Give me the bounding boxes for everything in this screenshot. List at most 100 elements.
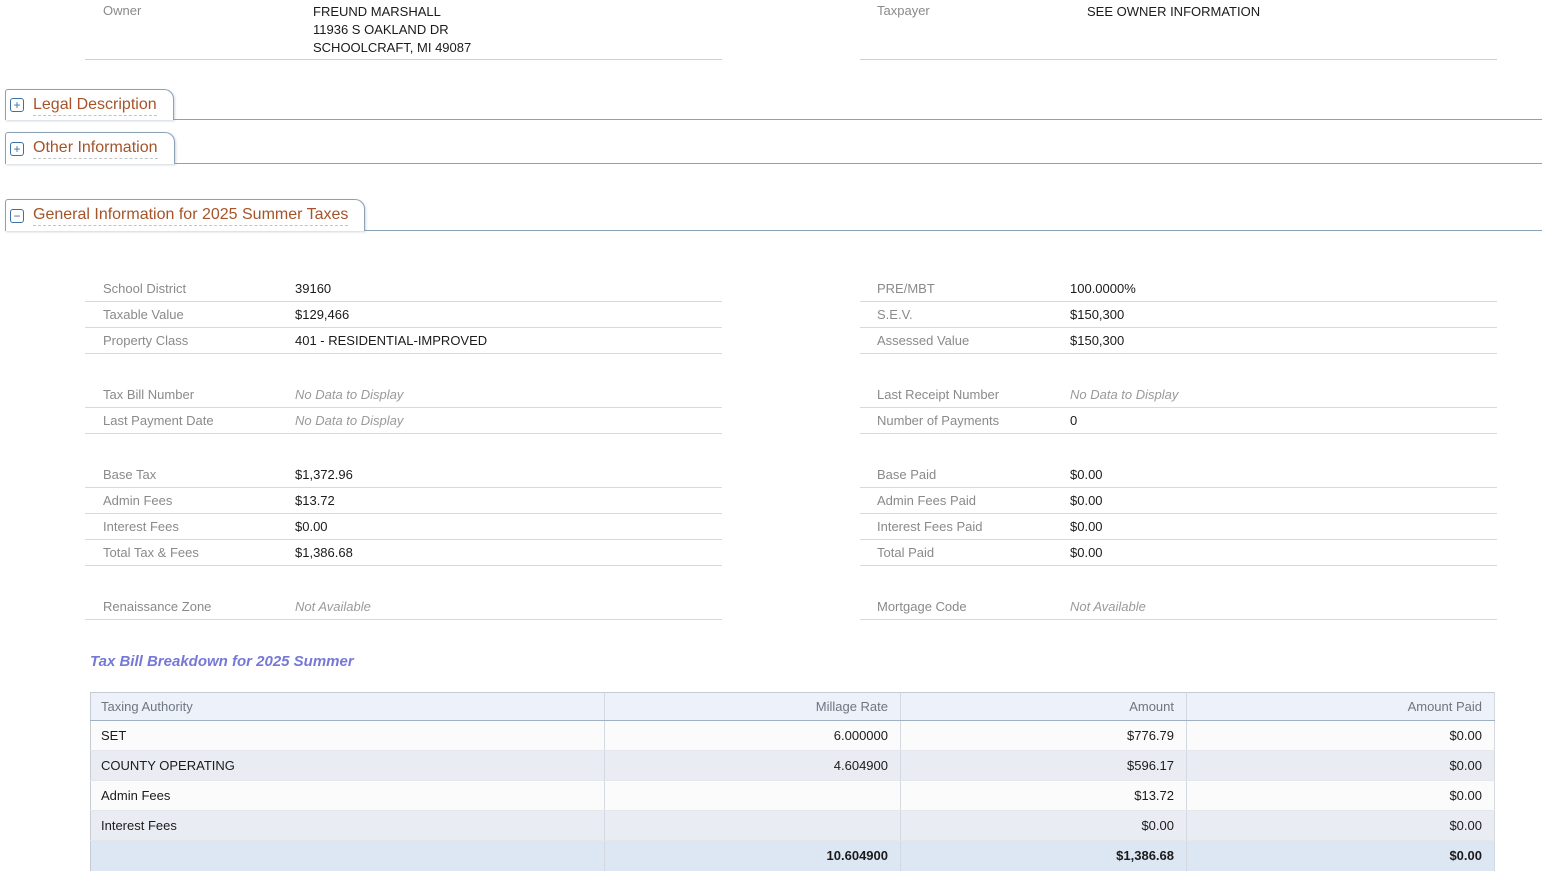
field-row-total-paid: Total Paid $0.00	[860, 540, 1497, 566]
field-row-interest-fees-paid: Interest Fees Paid $0.00	[860, 514, 1497, 540]
field-row-admin-fees-paid: Admin Fees Paid $0.00	[860, 488, 1497, 514]
field-label: Admin Fees	[85, 488, 295, 513]
tax-bill-breakdown-table: Taxing Authority Millage Rate Amount Amo…	[90, 692, 1495, 871]
field-value: $0.00	[1070, 540, 1103, 565]
field-row-renaissance-zone: Renaissance Zone Not Available	[85, 594, 722, 620]
table-row-interest-fees: Interest Fees $0.00 $0.00	[91, 811, 1495, 841]
field-label: Tax Bill Number	[85, 382, 295, 407]
field-group: Mortgage Code Not Available	[860, 594, 1497, 620]
field-group: PRE/MBT 100.0000% S.E.V. $150,300 Assess…	[860, 276, 1497, 354]
table-row-admin-fees: Admin Fees $13.72 $0.00	[91, 781, 1495, 811]
tab-general-information[interactable]: − General Information for 2025 Summer Ta…	[5, 199, 365, 231]
field-row-number-of-payments: Number of Payments 0	[860, 408, 1497, 434]
field-value: 401 - RESIDENTIAL-IMPROVED	[295, 328, 487, 353]
owner-name: FREUND MARSHALL	[313, 3, 471, 21]
tab-other-information[interactable]: + Other Information	[5, 132, 175, 164]
field-label: Property Class	[85, 328, 295, 353]
field-label: Number of Payments	[860, 408, 1070, 433]
field-value: $13.72	[295, 488, 335, 513]
taxpayer-value: SEE OWNER INFORMATION	[1087, 3, 1260, 21]
breakdown-section-title: Tax Bill Breakdown for 2025 Summer	[90, 653, 354, 670]
column-header-amount-paid: Amount Paid	[1187, 693, 1495, 721]
tab-baseline-divider	[174, 89, 1542, 120]
field-row-mortgage-code: Mortgage Code Not Available	[860, 594, 1497, 620]
column-header-amount: Amount	[901, 693, 1187, 721]
taxpayer-section: Taxpayer SEE OWNER INFORMATION	[860, 0, 1497, 60]
table-total-row: 10.604900 $1,386.68 $0.00	[91, 841, 1495, 871]
field-value: No Data to Display	[295, 408, 403, 433]
cell-amount-paid: $0.00	[1187, 811, 1495, 841]
cell-authority: Interest Fees	[91, 811, 605, 841]
field-row-base-paid: Base Paid $0.00	[860, 462, 1497, 488]
owner-label: Owner	[103, 3, 141, 18]
cell-amount: $776.79	[901, 721, 1187, 751]
cell-millage: 6.000000	[605, 721, 901, 751]
field-value: $0.00	[295, 514, 328, 539]
cell-total-millage: 10.604900	[605, 841, 901, 871]
field-group: Tax Bill Number No Data to Display Last …	[85, 382, 722, 434]
field-label: Admin Fees Paid	[860, 488, 1070, 513]
tab-general-information-label: General Information for 2025 Summer Taxe…	[33, 205, 348, 226]
collapse-minus-icon[interactable]: −	[10, 209, 24, 223]
field-row-base-tax: Base Tax $1,372.96	[85, 462, 722, 488]
cell-millage	[605, 811, 901, 841]
cell-authority: SET	[91, 721, 605, 751]
tab-row-legal-description: + Legal Description	[5, 89, 1542, 120]
taxpayer-label: Taxpayer	[877, 3, 930, 18]
field-group: School District 39160 Taxable Value $129…	[85, 276, 722, 354]
cell-amount: $13.72	[901, 781, 1187, 811]
column-header-millage-rate: Millage Rate	[605, 693, 901, 721]
field-label: Mortgage Code	[860, 594, 1070, 619]
field-value: $0.00	[1070, 514, 1103, 539]
field-value: $0.00	[1070, 462, 1103, 487]
field-value: No Data to Display	[295, 382, 403, 407]
expand-plus-icon[interactable]: +	[10, 142, 24, 156]
field-value: Not Available	[295, 594, 371, 619]
owner-value: FREUND MARSHALL 11936 S OAKLAND DR SCHOO…	[313, 3, 471, 57]
expand-plus-icon[interactable]: +	[10, 98, 24, 112]
field-value: 0	[1070, 408, 1077, 433]
tab-other-information-label: Other Information	[33, 138, 158, 159]
field-label: School District	[85, 276, 295, 301]
cell-authority: COUNTY OPERATING	[91, 751, 605, 781]
cell-authority: Admin Fees	[91, 781, 605, 811]
field-row-pre-mbt: PRE/MBT 100.0000%	[860, 276, 1497, 302]
field-group: Base Paid $0.00 Admin Fees Paid $0.00 In…	[860, 462, 1497, 566]
field-value: $1,386.68	[295, 540, 353, 565]
field-label: Interest Fees Paid	[860, 514, 1070, 539]
field-label: Base Tax	[85, 462, 295, 487]
owner-address-line2: SCHOOLCRAFT, MI 49087	[313, 39, 471, 57]
field-label: PRE/MBT	[860, 276, 1070, 301]
field-label: Last Payment Date	[85, 408, 295, 433]
field-value: $1,372.96	[295, 462, 353, 487]
owner-address-line1: 11936 S OAKLAND DR	[313, 21, 471, 39]
table-header-row: Taxing Authority Millage Rate Amount Amo…	[91, 693, 1495, 721]
column-header-taxing-authority: Taxing Authority	[91, 693, 605, 721]
field-row-assessed-value: Assessed Value $150,300	[860, 328, 1497, 354]
field-label: Renaissance Zone	[85, 594, 295, 619]
field-row-admin-fees: Admin Fees $13.72	[85, 488, 722, 514]
tab-row-other-information: + Other Information	[5, 132, 1542, 164]
field-label: Total Paid	[860, 540, 1070, 565]
tab-legal-description-label: Legal Description	[33, 95, 157, 116]
field-label: S.E.V.	[860, 302, 1070, 327]
field-label: Total Tax & Fees	[85, 540, 295, 565]
field-value: 39160	[295, 276, 331, 301]
field-value: $0.00	[1070, 488, 1103, 513]
tab-baseline-divider	[365, 199, 1542, 231]
field-row-last-receipt-number: Last Receipt Number No Data to Display	[860, 382, 1497, 408]
field-label: Taxable Value	[85, 302, 295, 327]
field-row-property-class: Property Class 401 - RESIDENTIAL-IMPROVE…	[85, 328, 722, 354]
field-label: Last Receipt Number	[860, 382, 1070, 407]
field-group: Last Receipt Number No Data to Display N…	[860, 382, 1497, 434]
cell-total-spacer	[91, 841, 605, 871]
field-value: $129,466	[295, 302, 349, 327]
cell-amount: $0.00	[901, 811, 1187, 841]
cell-amount-paid: $0.00	[1187, 721, 1495, 751]
field-value: $150,300	[1070, 328, 1124, 353]
field-value: $150,300	[1070, 302, 1124, 327]
tab-legal-description[interactable]: + Legal Description	[5, 89, 174, 120]
field-value: 100.0000%	[1070, 276, 1136, 301]
field-label: Interest Fees	[85, 514, 295, 539]
tab-row-general-information: − General Information for 2025 Summer Ta…	[5, 199, 1542, 231]
